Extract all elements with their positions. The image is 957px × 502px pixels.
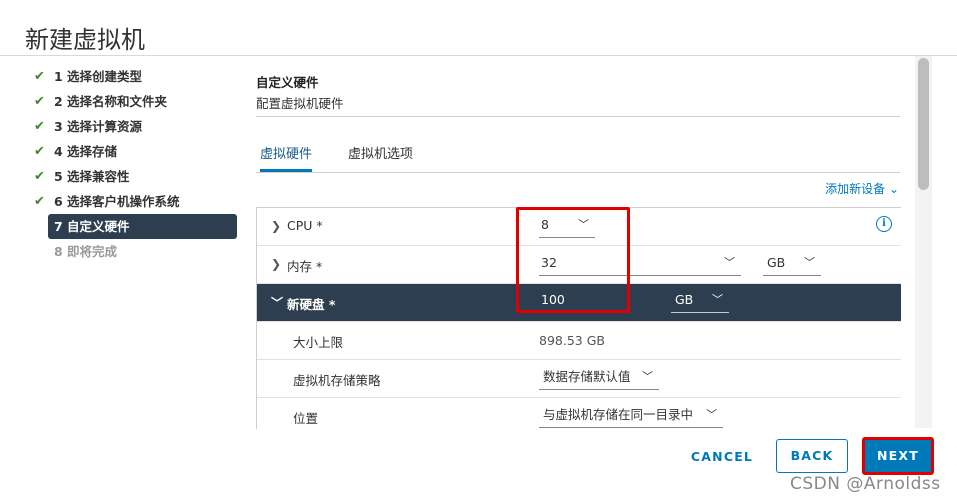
storage-policy-select[interactable]: 数据存储默认值 ﹀	[539, 367, 659, 390]
section-divider	[256, 116, 900, 117]
location-select[interactable]: 与虚拟机存储在同一目录中 ﹀	[539, 405, 723, 428]
disk-location-row: 位置 与虚拟机存储在同一目录中 ﹀	[257, 398, 901, 429]
step-label: 1 选择创建类型	[54, 69, 143, 84]
step-7-active[interactable]: 7 自定义硬件	[48, 214, 237, 239]
step-label: 5 选择兼容性	[54, 169, 130, 184]
memory-unit-select[interactable]: GB ﹀	[763, 253, 821, 276]
step-8: 8 即将完成	[28, 239, 240, 264]
new-disk-label: 新硬盘 *	[287, 297, 336, 312]
next-button[interactable]: NEXT	[862, 437, 934, 475]
step-label: 8 即将完成	[54, 244, 118, 259]
memory-label: 内存 *	[287, 259, 323, 274]
chevron-down-icon: ﹀	[724, 256, 735, 269]
section-subtitle: 配置虚拟机硬件	[256, 96, 344, 111]
step-3[interactable]: ✔ 3 选择计算资源	[28, 114, 240, 139]
wizard-steps: ✔ 1 选择创建类型 ✔ 2 选择名称和文件夹 ✔ 3 选择计算资源 ✔ 4 选择存储 …	[28, 64, 240, 264]
step-6[interactable]: ✔ 6 选择客户机操作系统	[28, 189, 240, 214]
add-new-device-link[interactable]: 添加新设备 ⌄	[825, 180, 899, 197]
step-label: 6 选择客户机操作系统	[54, 194, 180, 209]
chevron-right-icon[interactable]: ❯	[271, 219, 281, 233]
step-label: 4 选择存储	[54, 144, 118, 159]
storage-policy-label: 虚拟机存储策略	[293, 373, 381, 388]
storage-policy-value: 数据存储默认值	[543, 369, 631, 384]
step-2[interactable]: ✔ 2 选择名称和文件夹	[28, 89, 240, 114]
cpu-label: CPU *	[287, 218, 323, 233]
chevron-down-icon: ﹀	[804, 256, 815, 269]
step-label: 2 选择名称和文件夹	[54, 94, 168, 109]
new-vm-dialog: 新建虚拟机 ✔ 1 选择创建类型 ✔ 2 选择名称和文件夹 ✔ 3 选择计算资源 ✔ 4…	[0, 0, 957, 502]
cancel-button[interactable]: CANCEL	[683, 441, 761, 473]
chevron-down-icon[interactable]: ﹀	[271, 294, 283, 311]
scrollbar-thumb[interactable]	[918, 58, 929, 190]
max-size-label: 大小上限	[293, 335, 344, 350]
highlight-box	[516, 207, 630, 313]
step-5[interactable]: ✔ 5 选择兼容性	[28, 164, 240, 189]
disk-max-row: 大小上限 898.53 GB	[257, 322, 901, 360]
check-icon: ✔	[34, 94, 45, 109]
section-title: 自定义硬件	[256, 75, 319, 90]
location-value: 与虚拟机存储在同一目录中	[543, 407, 694, 422]
info-icon[interactable]: i	[876, 216, 892, 232]
step-label: 3 选择计算资源	[54, 119, 143, 134]
back-button[interactable]: BACK	[776, 439, 848, 473]
disk-policy-row: 虚拟机存储策略 数据存储默认值 ﹀	[257, 360, 901, 398]
check-icon: ✔	[34, 144, 45, 159]
disk-unit-select[interactable]: GB ﹀	[671, 290, 729, 313]
chevron-down-icon: ﹀	[706, 408, 717, 421]
step-1[interactable]: ✔ 1 选择创建类型	[28, 64, 240, 89]
chevron-right-icon[interactable]: ❯	[271, 257, 281, 271]
dialog-title: 新建虚拟机	[25, 26, 145, 54]
title-divider	[0, 55, 957, 56]
check-icon: ✔	[34, 194, 45, 209]
location-label: 位置	[293, 411, 319, 426]
memory-unit: GB	[767, 255, 786, 270]
max-size-value: 898.53 GB	[539, 333, 605, 348]
tab-virtual-hardware[interactable]: 虚拟硬件	[260, 146, 313, 172]
chevron-down-icon: ﹀	[712, 293, 723, 306]
step-4[interactable]: ✔ 4 选择存储	[28, 139, 240, 164]
watermark: CSDN @Arnoldss	[790, 474, 941, 494]
chevron-down-icon: ﹀	[642, 370, 653, 383]
disk-unit: GB	[675, 292, 694, 307]
tab-bar: 虚拟硬件 虚拟机选项	[256, 146, 900, 173]
tab-vm-options[interactable]: 虚拟机选项	[348, 146, 413, 171]
check-icon: ✔	[34, 119, 45, 134]
step-label: 7 自定义硬件	[54, 219, 130, 234]
check-icon: ✔	[34, 69, 45, 84]
check-icon: ✔	[34, 169, 45, 184]
